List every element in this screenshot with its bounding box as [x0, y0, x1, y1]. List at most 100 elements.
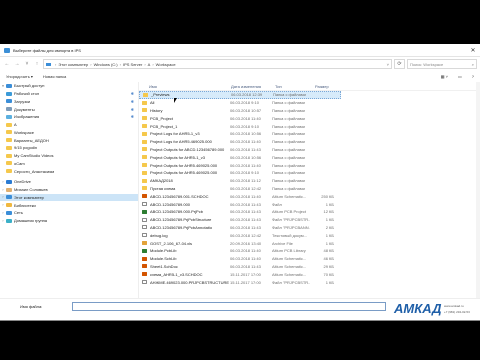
sidebar-item[interactable]: Workspace	[0, 129, 138, 137]
sidebar-item[interactable]: Загрузки ✱	[0, 98, 138, 106]
file-type: Altium Schematic...	[272, 256, 307, 262]
filename-bar: Имя файла: AMКАД www.amkad.ru +7 (981) 2…	[0, 298, 480, 320]
search-input[interactable]: Поиск: Workspace ⌕	[407, 59, 477, 69]
file-type: Папка с файлами	[272, 170, 305, 176]
refresh-button[interactable]: ⟳	[394, 59, 405, 69]
file-row[interactable]: Sheet1.SchDoc 06.03.2018 11:43 Altium Sche…	[139, 263, 480, 271]
sidebar-item[interactable]: Серости_Анастасиям	[0, 167, 138, 175]
file-row[interactable]: debug.log 06.03.2018 12:42 Текстовый докум…	[139, 231, 480, 239]
file-row[interactable]: АМКАД2018 06.03.2018 11:12 Папка с файлами	[139, 177, 480, 185]
address-bar[interactable]: › Этот компьютер › Windows (C:) › IPS Se…	[43, 59, 392, 69]
file-row[interactable]: Project Logs for AHR5.469025.000 06.03.20…	[139, 138, 480, 146]
download-icon	[6, 99, 12, 104]
column-date[interactable]: Дата изменения	[229, 84, 273, 89]
file-row[interactable]: Module.PcbLib 06.03.2018 11:40 Altium PCB …	[139, 247, 480, 255]
file-name: ABCD.123456789.000.PrjPcb	[150, 209, 203, 215]
pin-icon: ✱	[130, 91, 134, 97]
view-options-icon[interactable]: ▦ ˅	[441, 74, 448, 79]
file-row[interactable]: PCB_Project 06.03.2018 11:40 Папка с файла…	[139, 114, 480, 122]
preview-pane-icon[interactable]: ▭	[458, 74, 462, 79]
file-date: 06.03.2018 11:40	[230, 115, 261, 121]
back-arrow-icon[interactable]: ←	[3, 60, 11, 68]
file-row[interactable]: АНЖМЕ.469023.000.PRJPCBSTRUCTURE 15.11.20…	[139, 278, 480, 286]
logo-phone: +7 (981) 234-02-53	[444, 310, 470, 314]
file-type: Папка с файлами	[272, 100, 305, 106]
onedrive-icon	[6, 179, 12, 184]
sidebar-item[interactable]: › OneDrive	[0, 178, 138, 186]
sidebar-item-label: Этот компьютер	[14, 194, 44, 200]
file-name: АМКАД2018	[150, 178, 173, 184]
file-row[interactable]: ABCD.123456789.PrjPcbAnnotatio 06.03.2018…	[139, 224, 480, 232]
breadcrumb-item[interactable]: IPS Server	[123, 62, 142, 67]
sidebar-item[interactable]: ▾ Быстрый доступ	[0, 82, 138, 90]
column-type[interactable]: Тип	[273, 84, 313, 89]
file-row[interactable]: Project Outputs for AHR5.469025.000 06.03…	[139, 161, 480, 169]
column-size[interactable]: Размер	[313, 84, 341, 89]
file-row[interactable]: ABCD.123456789.000.PrjPcb 06.03.2018 11:4…	[139, 208, 480, 216]
file-row[interactable]: Project Outputs for AHR5.469025.000 06.03…	[139, 169, 480, 177]
sidebar-item[interactable]: 9/15 pogodin	[0, 144, 138, 152]
file-type: Папка с файлами	[272, 185, 305, 191]
breadcrumb-item[interactable]: Workspace	[156, 62, 176, 67]
new-folder-button[interactable]: Новая папка	[43, 74, 66, 79]
amkad-logo: AMКАД www.amkad.ru +7 (981) 234-02-53	[394, 301, 474, 319]
breadcrumb-item[interactable]: A	[148, 62, 151, 67]
organize-button[interactable]: Упорядочить ▾	[6, 74, 33, 79]
file-name: Module.SchLib	[150, 256, 177, 262]
sidebar-item[interactable]: Изображения ✱	[0, 113, 138, 121]
file-row[interactable]: Project Outputs for ABCD.123456789.000 06…	[139, 146, 480, 154]
sidebar-item[interactable]: Документы ✱	[0, 105, 138, 113]
sidebar-item[interactable]: › Михаил Соловьев	[0, 186, 138, 194]
sidebar-item-label: Домашняя группа	[14, 218, 48, 224]
file-name: Project Outputs for AHR5-1_v3	[150, 154, 205, 160]
file-row[interactable]: ABCD.123456789.000 06.03.2018 11:43 Файл 1 …	[139, 200, 480, 208]
file-row[interactable]: _Previews 06.03.2018 12:39 Папка с файлами	[139, 91, 341, 99]
file-row[interactable]: Module.SchLib 06.03.2018 11:40 Altium Sche…	[139, 255, 480, 263]
chevron-down-icon[interactable]: ˅	[387, 62, 389, 67]
breadcrumb-item[interactable]: Этот компьютер	[58, 62, 88, 67]
sidebar-item[interactable]: oCam	[0, 160, 138, 168]
file-row[interactable]: PCB_Project_1 06.03.2018 9:10 Папка с файл…	[139, 122, 480, 130]
file-date: 20.09.2016 13:40	[230, 240, 262, 246]
sidebar-item[interactable]: Рабочий стол ✱	[0, 90, 138, 98]
file-name: ABCD.123456789.000	[150, 201, 191, 207]
file-type: Папка с файлами	[272, 146, 305, 152]
file-row[interactable]: схема_AHR5-1_v3.SCHDOC 15.11.2017 17:00 Al…	[139, 270, 480, 278]
sidebar-item-label: Библиотеки	[14, 202, 36, 208]
sidebar-item[interactable]: My CamStudio Videos	[0, 152, 138, 160]
documents-icon	[6, 107, 12, 112]
file-row[interactable]: Project Outputs for AHR5-1_v3 06.03.2018 …	[139, 153, 480, 161]
column-name[interactable]: Имя	[147, 84, 229, 89]
file-name: GOST_2.106_67-04.xls	[150, 240, 193, 246]
file-type: Archive File	[272, 240, 293, 246]
recent-locations-icon[interactable]: ˅	[23, 60, 31, 68]
file-row[interactable]: All 06.03.2018 9:10 Папка с файлами	[139, 99, 480, 107]
sidebar-item[interactable]: A	[0, 121, 138, 129]
sidebar-item[interactable]: › Домашняя группа	[0, 217, 138, 225]
file-row[interactable]: Пустая схема 06.03.2018 12:42 Папка с файл…	[139, 185, 480, 193]
breadcrumb-item[interactable]: Windows (C:)	[94, 62, 118, 67]
sidebar-item[interactable]: Варианты_АЕДОН	[0, 136, 138, 144]
file-date: 06.03.2018 11:43	[230, 224, 261, 230]
file-row[interactable]: ABCD.123456789.001.SCHDOC 06.03.2018 11:4…	[139, 192, 480, 200]
filename-input[interactable]	[72, 302, 386, 311]
file-row[interactable]: Project Logs for AHR5-1_v3 06.03.2018 10:…	[139, 130, 480, 138]
sidebar-item[interactable]: › Этот компьютер	[0, 193, 138, 202]
file-row[interactable]: GOST_2.106_67-04.xls 20.09.2016 13:40 Arch…	[139, 239, 480, 247]
up-arrow-icon[interactable]: ↑	[33, 60, 41, 68]
sidebar-item[interactable]: › Сеть	[0, 209, 138, 217]
file-name: History	[150, 107, 163, 113]
file-row[interactable]: History 06.03.2018 10:57 Папка с файлами	[139, 107, 480, 115]
folder-icon	[142, 124, 147, 129]
help-icon[interactable]: ?	[472, 74, 474, 79]
close-button[interactable]: ✕	[466, 44, 480, 56]
file-row[interactable]: ABCD.123456789.PrjPcbStructure 06.03.2018…	[139, 216, 480, 224]
file-date: 06.03.2018 9:10	[230, 170, 259, 176]
navigation-pane: ▾ Быстрый доступ Рабочий стол ✱ Загрузки ✱ Док…	[0, 82, 139, 298]
sidebar-item[interactable]: › Библиотеки	[0, 201, 138, 209]
file-date: 06.03.2018 10:56	[230, 131, 262, 137]
app-icon	[4, 47, 10, 53]
forward-arrow-icon[interactable]: →	[13, 60, 21, 68]
file-size: 1 КБ	[325, 217, 334, 223]
vertical-scrollbar[interactable]	[476, 82, 480, 298]
